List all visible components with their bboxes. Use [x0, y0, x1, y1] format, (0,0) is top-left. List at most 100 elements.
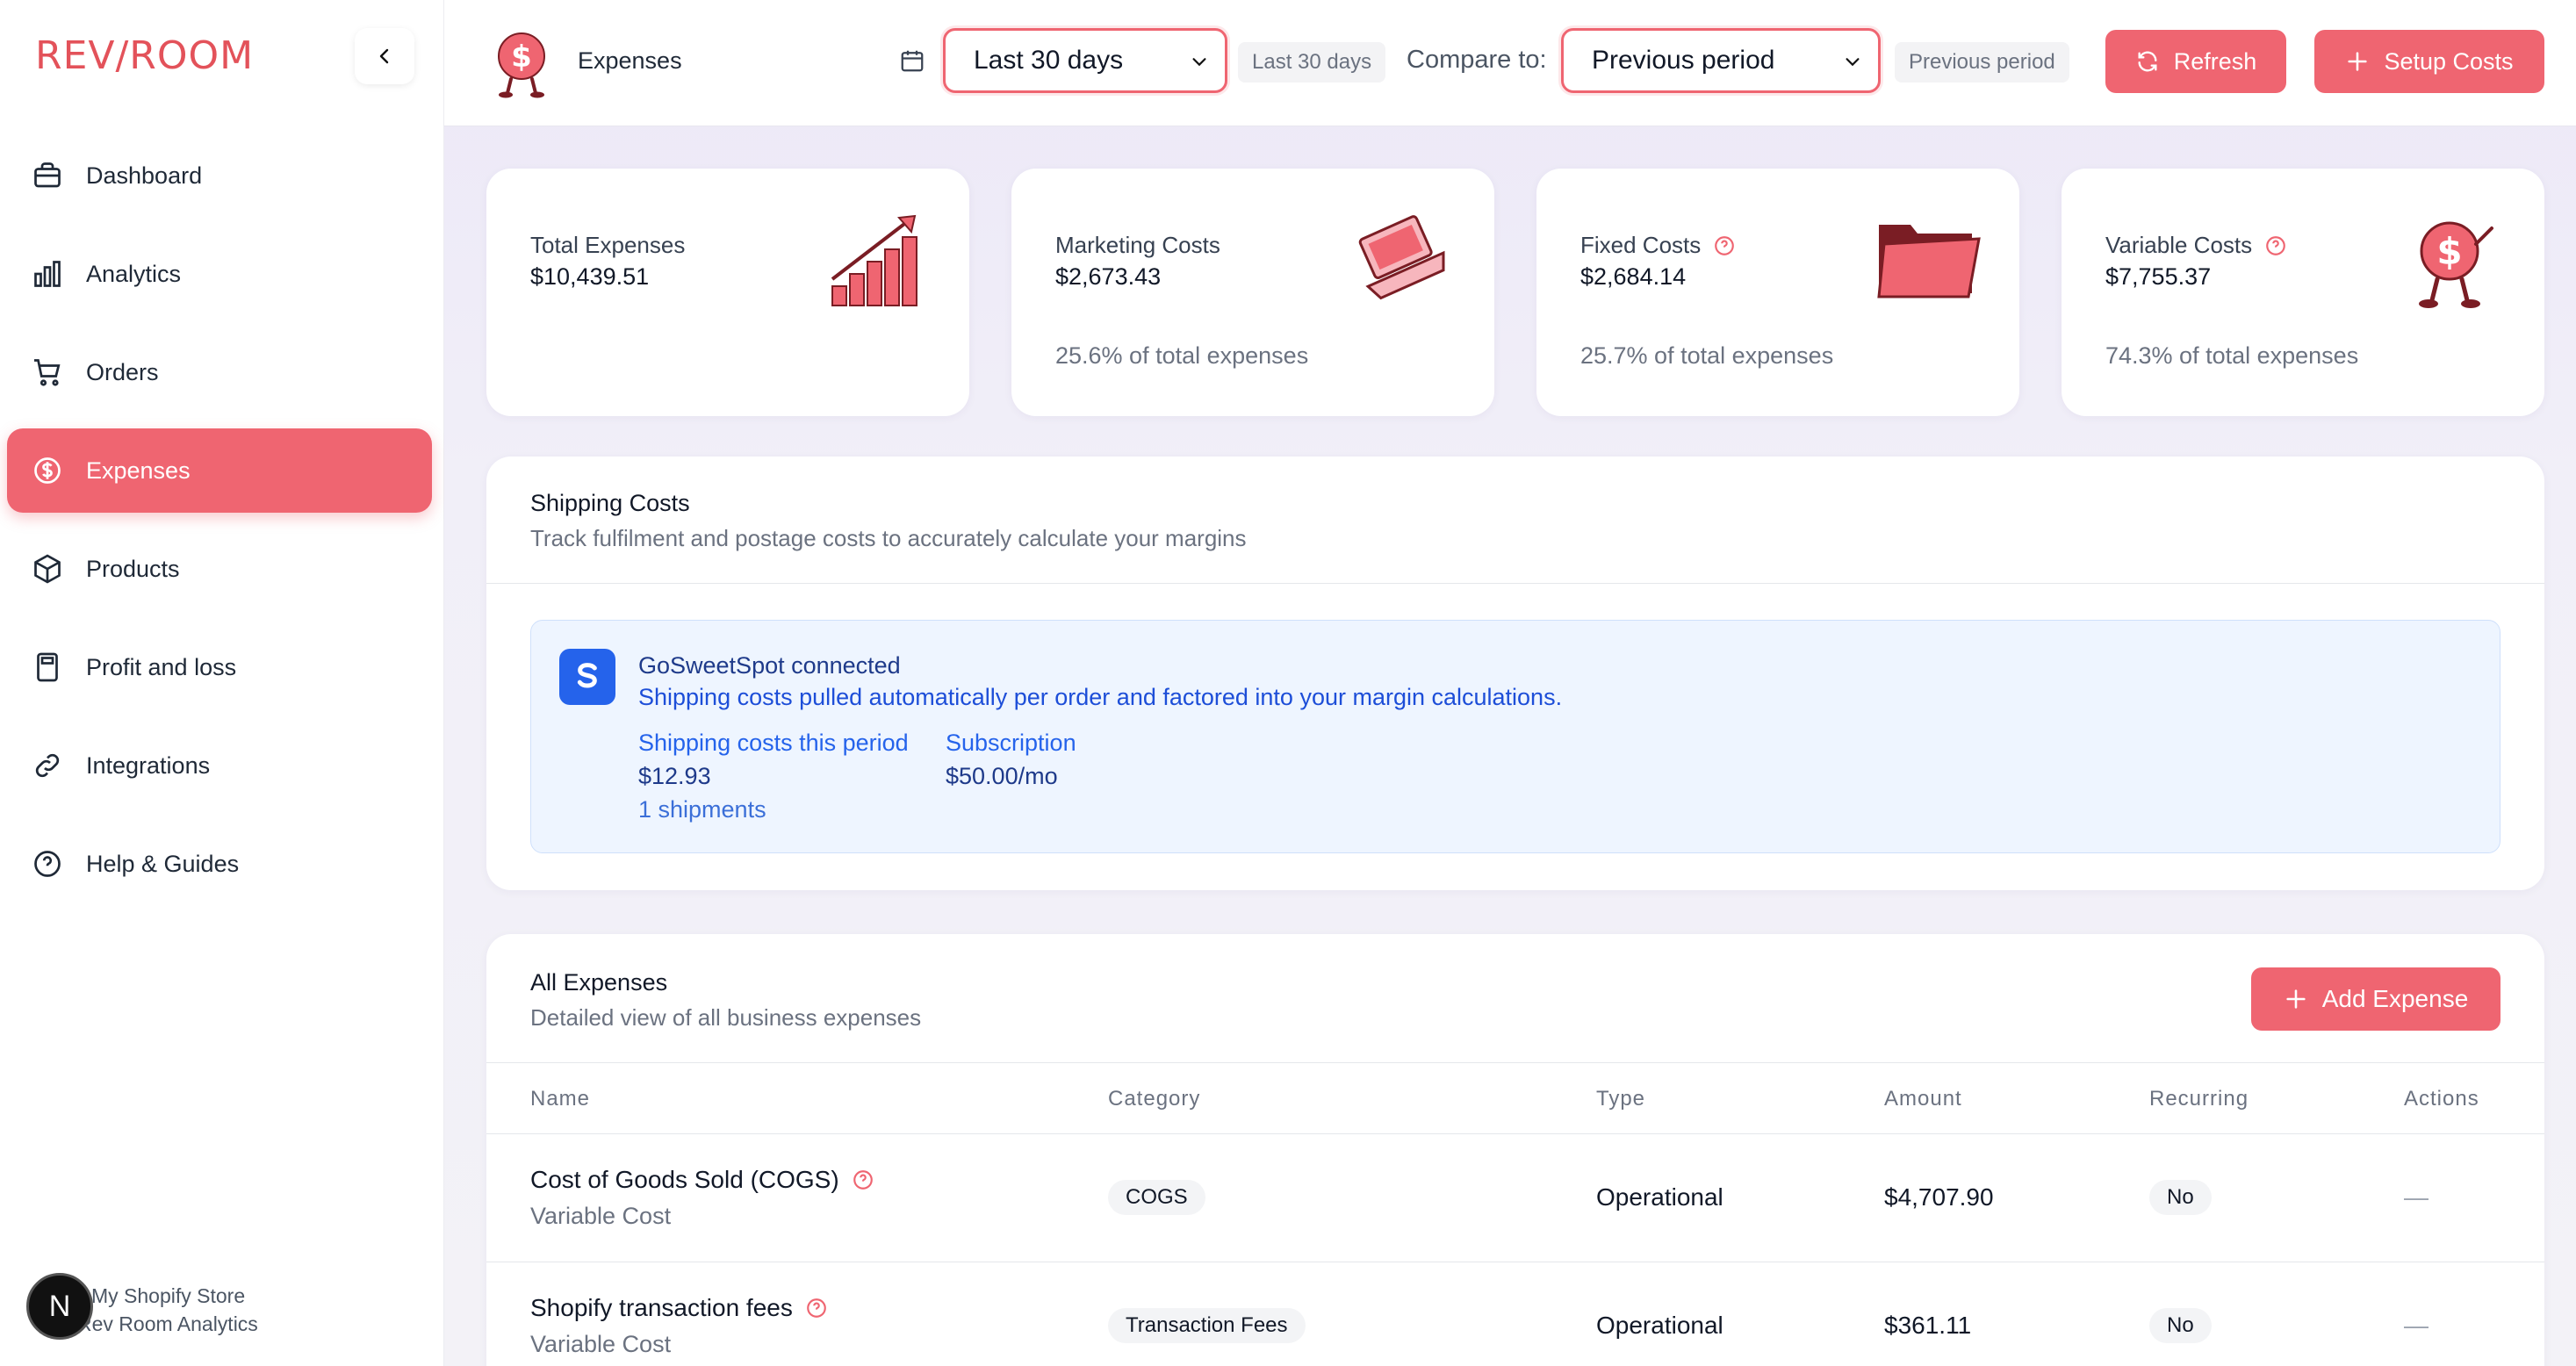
stat-value: $2,673.43 — [1055, 263, 1162, 290]
sidebar-item-label: Orders — [86, 358, 159, 385]
column-header-category[interactable]: Category — [1108, 1087, 1200, 1111]
stat-label: Variable Costs — [2105, 232, 2287, 259]
dollar-mascot-icon: $ — [2419, 221, 2493, 308]
collapse-sidebar-button[interactable] — [355, 28, 414, 84]
column-header-name[interactable]: Name — [530, 1087, 590, 1111]
sidebar-item-label: Products — [86, 555, 180, 582]
column-header-actions: Actions — [2404, 1087, 2479, 1111]
sidebar-item-orders[interactable]: Orders — [7, 330, 432, 414]
section-title: Shipping Costs — [530, 490, 690, 516]
amount-cell: $361.11 — [1884, 1312, 1972, 1339]
stat-value: $12.93 — [638, 763, 711, 789]
link-icon — [30, 748, 65, 783]
compare-label: Compare to: — [1407, 46, 1547, 74]
table-row[interactable]: Cost of Goods Sold (COGS) Variable Cost … — [486, 1134, 2544, 1262]
help-icon[interactable] — [2264, 234, 2287, 257]
stat-label: Marketing Costs — [1055, 232, 1220, 259]
sidebar-item-analytics[interactable]: Analytics — [7, 232, 432, 316]
app-root: REV/ROOM Dashboard Analytics Orders Expe… — [0, 0, 2576, 1366]
category-badge: COGS — [1108, 1180, 1205, 1215]
subscription-stat: Subscription $50.00/mo — [946, 726, 1076, 793]
page-title: Expenses — [578, 47, 682, 74]
stat-share: 25.6% of total expenses — [1055, 342, 1309, 369]
growth-bars-icon — [831, 214, 917, 306]
recurring-badge: No — [2149, 1308, 2212, 1343]
recurring-cell: No — [2149, 1180, 2212, 1215]
chevron-left-icon — [379, 48, 389, 64]
compare-select[interactable]: Previous period — [1561, 28, 1881, 93]
sidebar-item-label: Expenses — [86, 457, 191, 484]
stat-value: $50.00/mo — [946, 763, 1058, 789]
help-icon[interactable] — [1713, 234, 1736, 257]
laptop-icon — [1358, 215, 1445, 300]
compare-chip: Previous period — [1895, 42, 2069, 83]
compare-value: Previous period — [1592, 46, 1775, 75]
sidebar-item-dashboard[interactable]: Dashboard — [7, 133, 432, 218]
column-header-recurring[interactable]: Recurring — [2149, 1087, 2249, 1111]
column-header-amount[interactable]: Amount — [1884, 1087, 1962, 1111]
shipping-costs-card: Shipping Costs Track fulfilment and post… — [486, 457, 2544, 890]
shipping-period-stat: Shipping costs this period $12.93 1 ship… — [638, 726, 909, 826]
top-bar: $ Expenses Last 30 days Last 30 days Com… — [444, 0, 2576, 126]
stat-label: Shipping costs this period — [638, 730, 909, 756]
box-icon — [30, 551, 65, 586]
help-icon[interactable] — [805, 1297, 828, 1319]
sidebar-item-expenses[interactable]: Expenses — [7, 428, 432, 513]
chevron-down-icon — [1846, 58, 1860, 67]
section-subtitle: Detailed view of all business expenses — [530, 1004, 922, 1031]
provider-description: Shipping costs pulled automatically per … — [638, 684, 1563, 710]
stat-card-fixed-costs: Fixed Costs $2,684.14 25.7% of total exp… — [1536, 169, 2019, 416]
stat-value: $2,684.14 — [1580, 263, 1687, 290]
sidebar-item-help-guides[interactable]: Help & Guides — [7, 822, 432, 906]
setup-costs-button[interactable]: Setup Costs — [2314, 30, 2544, 93]
stat-share: 25.7% of total expenses — [1580, 342, 1834, 369]
sidebar-item-label: Analytics — [86, 260, 182, 287]
avatar[interactable]: N — [26, 1273, 93, 1340]
divider — [486, 583, 2544, 584]
shipments-count: 1 shipments — [638, 796, 766, 823]
sidebar-nav: Dashboard Analytics Orders Expenses Prod… — [7, 133, 432, 920]
bar-chart-icon — [30, 256, 65, 291]
stat-card-marketing-costs: Marketing Costs $2,673.43 25.6% of total… — [1011, 169, 1494, 416]
stat-card-total-expenses: Total Expenses $10,439.51 — [486, 169, 969, 416]
plus-icon — [2286, 989, 2306, 1009]
app-logo[interactable]: REV/ROOM — [35, 33, 254, 81]
amount-cell: $4,707.90 — [1884, 1183, 1994, 1211]
table-row[interactable]: Shopify transaction fees Variable Cost T… — [486, 1262, 2544, 1366]
all-expenses-card: All Expenses Detailed view of all busine… — [486, 934, 2544, 1366]
add-expense-button[interactable]: Add Expense — [2251, 967, 2500, 1031]
expense-name-text: Cost of Goods Sold (COGS) — [530, 1166, 839, 1193]
section-subtitle: Track fulfilment and postage costs to ac… — [530, 525, 1247, 551]
help-icon[interactable] — [852, 1168, 874, 1191]
gosweetspot-logo-icon — [559, 649, 615, 705]
divider — [486, 1062, 2544, 1063]
stat-label: Subscription — [946, 730, 1076, 756]
sidebar-item-profit-and-loss[interactable]: Profit and loss — [7, 625, 432, 709]
sidebar-item-label: Profit and loss — [86, 653, 237, 680]
sidebar-item-integrations[interactable]: Integrations — [7, 723, 432, 808]
category-badge: Transaction Fees — [1108, 1308, 1306, 1343]
expense-cost-kind: Variable Cost — [530, 1203, 672, 1229]
help-circle-icon — [30, 846, 65, 881]
type-cell: Operational — [1596, 1312, 1723, 1339]
stat-label-text: Total Expenses — [530, 232, 686, 258]
category-cell: COGS — [1108, 1180, 1205, 1215]
expense-name: Cost of Goods Sold (COGS) — [530, 1166, 874, 1194]
plus-icon — [2348, 52, 2368, 71]
type-cell: Operational — [1596, 1183, 1723, 1211]
refresh-button[interactable]: Refresh — [2105, 30, 2286, 93]
main-content: $ Expenses Last 30 days Last 30 days Com… — [444, 0, 2576, 1366]
column-header-type[interactable]: Type — [1596, 1087, 1645, 1111]
folder-icon — [1877, 225, 1981, 298]
recurring-badge: No — [2149, 1180, 2212, 1215]
calculator-icon — [30, 650, 65, 685]
chevron-down-icon — [1192, 58, 1206, 67]
recurring-cell: No — [2149, 1308, 2212, 1343]
section-title: All Expenses — [530, 969, 668, 996]
expense-cost-kind: Variable Cost — [530, 1331, 672, 1357]
sidebar-item-label: Dashboard — [86, 162, 203, 189]
provider-title: GoSweetSpot connected — [638, 652, 901, 679]
date-range-select[interactable]: Last 30 days — [943, 28, 1227, 93]
sidebar-item-products[interactable]: Products — [7, 527, 432, 611]
category-cell: Transaction Fees — [1108, 1308, 1306, 1343]
